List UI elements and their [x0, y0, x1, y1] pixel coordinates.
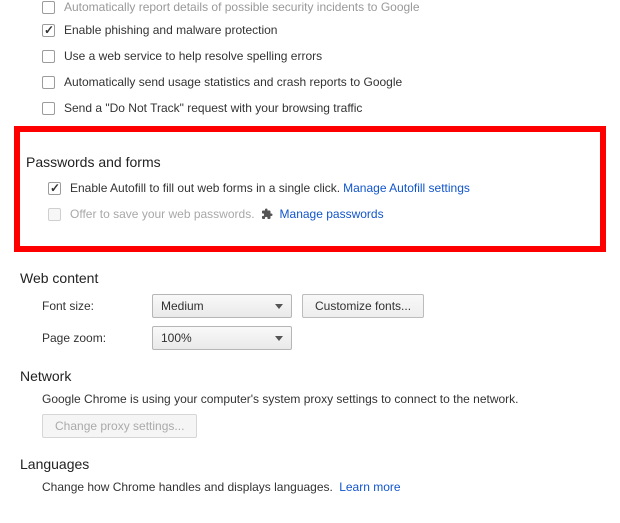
font-size-label: Font size:	[42, 299, 152, 313]
manage-autofill-link[interactable]: Manage Autofill settings	[343, 181, 470, 195]
passwords-forms-heading: Passwords and forms	[26, 154, 594, 170]
page-zoom-select[interactable]: 100%	[152, 326, 292, 350]
autofill-checkbox[interactable]	[48, 182, 61, 195]
privacy-usage-stats-label: Automatically send usage statistics and …	[64, 75, 402, 89]
privacy-usage-stats-checkbox[interactable]	[42, 76, 55, 89]
font-size-select[interactable]: Medium	[152, 294, 292, 318]
privacy-do-not-track-label: Send a "Do Not Track" request with your …	[64, 101, 362, 115]
manage-passwords-link[interactable]: Manage passwords	[280, 207, 384, 221]
page-zoom-label: Page zoom:	[42, 331, 152, 345]
privacy-do-not-track-checkbox[interactable]	[42, 102, 55, 115]
change-proxy-button[interactable]: Change proxy settings...	[42, 414, 197, 438]
save-passwords-label: Offer to save your web passwords.	[70, 207, 255, 221]
privacy-report-label: Automatically report details of possible…	[64, 0, 420, 14]
languages-heading: Languages	[20, 456, 600, 472]
web-content-heading: Web content	[20, 270, 600, 286]
save-passwords-checkbox[interactable]	[48, 208, 61, 221]
privacy-report-checkbox[interactable]	[42, 1, 55, 14]
chevron-down-icon	[275, 304, 283, 309]
page-zoom-value: 100%	[161, 331, 192, 345]
privacy-phishing-checkbox[interactable]	[42, 24, 55, 37]
privacy-spelling-label: Use a web service to help resolve spelli…	[64, 49, 322, 63]
autofill-label: Enable Autofill to fill out web forms in…	[70, 181, 340, 195]
privacy-spelling-checkbox[interactable]	[42, 50, 55, 63]
network-desc: Google Chrome is using your computer's s…	[42, 392, 600, 406]
chevron-down-icon	[275, 336, 283, 341]
puzzle-icon	[261, 208, 273, 220]
privacy-phishing-label: Enable phishing and malware protection	[64, 23, 277, 37]
font-size-value: Medium	[161, 299, 204, 313]
network-heading: Network	[20, 368, 600, 384]
languages-desc: Change how Chrome handles and displays l…	[42, 480, 333, 494]
passwords-forms-highlight: Passwords and forms Enable Autofill to f…	[14, 126, 606, 252]
customize-fonts-button[interactable]: Customize fonts...	[302, 294, 424, 318]
languages-learn-more-link[interactable]: Learn more	[339, 480, 400, 494]
